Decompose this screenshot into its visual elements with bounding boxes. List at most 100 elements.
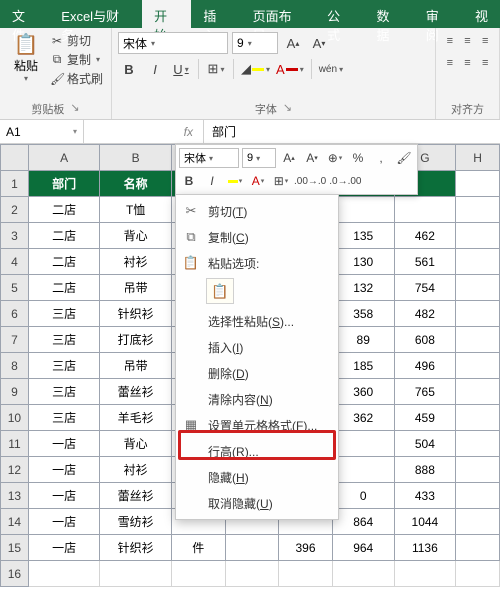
cell[interactable] — [456, 535, 500, 561]
cell[interactable]: 608 — [394, 327, 456, 353]
font-color-button[interactable]: A — [275, 58, 305, 80]
menu-tab[interactable]: 插入 — [191, 0, 240, 28]
cell[interactable] — [332, 561, 394, 587]
cell[interactable]: 89 — [332, 327, 394, 353]
row-header[interactable]: 15 — [1, 535, 29, 561]
context-format-cells[interactable]: ▦设置单元格格式(F)... — [176, 412, 338, 438]
mini-percent-button[interactable]: % — [348, 148, 368, 168]
underline-button[interactable]: U — [170, 58, 192, 80]
fx-button[interactable]: fx — [184, 125, 193, 139]
mini-increase-font[interactable]: A▴ — [279, 148, 299, 168]
cell[interactable] — [332, 431, 394, 457]
cell[interactable]: 864 — [332, 509, 394, 535]
select-all-corner[interactable] — [1, 145, 29, 171]
table-header-cell[interactable]: 名称 — [100, 171, 172, 197]
row-header[interactable]: 1 — [1, 171, 29, 197]
increase-font-button[interactable]: A▴ — [282, 32, 304, 54]
font-name-select[interactable]: 宋体▾ — [118, 32, 228, 54]
cell[interactable]: 二店 — [28, 249, 100, 275]
mini-font-size[interactable]: 9▾ — [242, 148, 276, 168]
menu-tab[interactable]: 开始 — [142, 0, 191, 28]
cell[interactable]: 件 — [171, 535, 225, 561]
align-center-button[interactable]: ≡ — [460, 54, 476, 72]
decrease-font-button[interactable]: A▾ — [308, 32, 330, 54]
cell[interactable]: 888 — [394, 457, 456, 483]
cell[interactable]: 衬衫 — [100, 457, 172, 483]
cell[interactable] — [456, 327, 500, 353]
menu-tab[interactable]: 审阅 — [414, 0, 463, 28]
cell[interactable]: 吊带 — [100, 275, 172, 301]
cell[interactable]: 二店 — [28, 197, 100, 223]
cell[interactable]: 396 — [279, 535, 333, 561]
cell[interactable] — [225, 561, 279, 587]
mini-font-name[interactable]: 宋体▾ — [179, 148, 239, 168]
cell[interactable] — [456, 379, 500, 405]
cell[interactable]: 462 — [394, 223, 456, 249]
context-hide[interactable]: 隐藏(H) — [176, 464, 338, 490]
row-header[interactable]: 9 — [1, 379, 29, 405]
mini-decrease-font[interactable]: A▾ — [302, 148, 322, 168]
row-header[interactable]: 5 — [1, 275, 29, 301]
context-copy[interactable]: ⧉复制(C) — [176, 224, 338, 250]
cell[interactable]: T恤 — [100, 197, 172, 223]
column-header[interactable]: A — [28, 145, 100, 171]
column-header[interactable]: H — [456, 145, 500, 171]
format-painter-button[interactable]: 🖌格式刷 — [50, 70, 103, 87]
row-header[interactable]: 3 — [1, 223, 29, 249]
cell[interactable] — [100, 561, 172, 587]
cell[interactable] — [456, 353, 500, 379]
cell[interactable]: 433 — [394, 483, 456, 509]
cell[interactable]: 三店 — [28, 301, 100, 327]
mini-fill-color[interactable] — [225, 171, 245, 191]
cell[interactable] — [456, 509, 500, 535]
menu-tab[interactable]: 页面布局 — [241, 0, 316, 28]
cell[interactable] — [456, 223, 500, 249]
cell[interactable]: 雪纺衫 — [100, 509, 172, 535]
mini-decrease-decimal[interactable]: .0→.00 — [329, 171, 361, 191]
expand-icon[interactable]: ↘ — [283, 101, 292, 117]
cell[interactable] — [171, 561, 225, 587]
mini-border[interactable]: ⊞ — [271, 171, 291, 191]
mini-accounting-format[interactable]: ⊕ — [325, 148, 345, 168]
align-bottom-button[interactable]: ≡ — [477, 32, 493, 50]
menu-tab[interactable]: 文件 — [0, 0, 49, 28]
cell[interactable] — [456, 301, 500, 327]
align-right-button[interactable]: ≡ — [477, 54, 493, 72]
menu-tab[interactable]: 数据 — [364, 0, 413, 28]
context-unhide[interactable]: 取消隐藏(U) — [176, 490, 338, 516]
cell[interactable] — [456, 275, 500, 301]
bold-button[interactable]: B — [118, 58, 140, 80]
cell[interactable]: 358 — [332, 301, 394, 327]
context-paste-special[interactable]: 选择性粘贴(S)... — [176, 308, 338, 334]
cell[interactable]: 362 — [332, 405, 394, 431]
mini-increase-decimal[interactable]: .00→.0 — [294, 171, 326, 191]
cell[interactable]: 三店 — [28, 353, 100, 379]
cell[interactable]: 765 — [394, 379, 456, 405]
mini-bold[interactable]: B — [179, 171, 199, 191]
row-header[interactable]: 4 — [1, 249, 29, 275]
cell[interactable] — [394, 197, 456, 223]
cell[interactable]: 0 — [332, 483, 394, 509]
menu-tab[interactable]: 公式 — [315, 0, 364, 28]
expand-icon[interactable]: ↘ — [70, 101, 79, 117]
cell[interactable] — [279, 561, 333, 587]
cell[interactable]: 1044 — [394, 509, 456, 535]
row-header[interactable]: 10 — [1, 405, 29, 431]
mini-italic[interactable]: I — [202, 171, 222, 191]
context-row-height[interactable]: 行高(R)... — [176, 438, 338, 464]
cell[interactable]: 打底衫 — [100, 327, 172, 353]
context-delete[interactable]: 删除(D) — [176, 360, 338, 386]
cell[interactable]: 496 — [394, 353, 456, 379]
menu-tab[interactable]: 视 — [463, 0, 500, 28]
cell[interactable]: 三店 — [28, 327, 100, 353]
row-header[interactable]: 8 — [1, 353, 29, 379]
cell[interactable]: 背心 — [100, 223, 172, 249]
cell[interactable] — [456, 431, 500, 457]
paste-button[interactable]: 📋 粘贴 ▾ — [6, 32, 46, 83]
cell[interactable] — [456, 197, 500, 223]
cell[interactable]: 一店 — [28, 509, 100, 535]
cell[interactable]: 三店 — [28, 379, 100, 405]
cell[interactable] — [225, 535, 279, 561]
cell[interactable]: 130 — [332, 249, 394, 275]
row-header[interactable]: 12 — [1, 457, 29, 483]
